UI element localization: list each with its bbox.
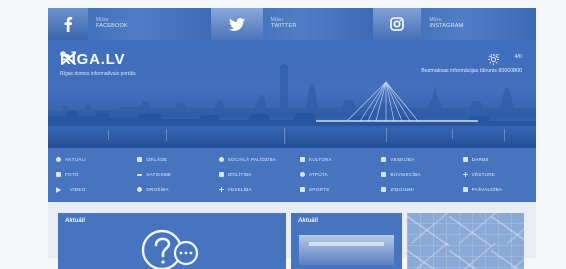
nav-item-satiksme[interactable]: SATIKSME — [129, 167, 210, 182]
map-card[interactable] — [407, 213, 524, 269]
nav-label: BŪVNIECĪBA — [390, 172, 421, 177]
nav-item-veseliba-2[interactable]: VESELĪBA — [211, 182, 292, 197]
government-icon — [462, 187, 468, 192]
nav-item-video[interactable]: VIDEO — [48, 182, 129, 197]
nav-label: FOTO — [65, 172, 79, 177]
card-title: Aktuāli — [65, 218, 86, 224]
site-wrapper: Mūsu FACEBOOK Mūsu TWITTER Mūsu INSTAGRA… — [48, 8, 537, 269]
nav-label: IZKLĀDE — [146, 157, 168, 162]
nav-item-kultura[interactable]: KULTŪRA — [292, 152, 373, 167]
plus-icon — [218, 187, 224, 192]
content-area: Aktuāli Aktuāli — [48, 202, 536, 269]
sun-icon — [488, 54, 500, 65]
social-small-label: Mūsu — [96, 17, 109, 24]
house-icon — [381, 172, 387, 177]
sports-icon — [300, 187, 305, 192]
history-icon — [462, 172, 468, 177]
site-tagline: Rīgas domes informatīvais portāls — [60, 71, 136, 77]
instagram-icon — [373, 8, 422, 40]
map-image — [407, 213, 524, 269]
nav-item-drosiba[interactable]: DROŠĪBA — [129, 182, 210, 197]
hero-header: RĪGA.LV Rīgas domes informatīvais portāl… — [48, 40, 536, 148]
education-icon — [218, 172, 224, 177]
nav-label: AKTUĀLI — [65, 157, 86, 162]
nav-label: IZGLĪTĪBA — [227, 172, 252, 177]
nav-item-foto[interactable]: FOTO — [48, 167, 129, 182]
nav-label: SOCIĀLĀ PALĪDZĪBA — [227, 157, 277, 162]
main-navigation: AKTUĀLI IZKLĀDE SOCIĀLĀ PALĪDZĪBA KULTŪR… — [48, 148, 536, 202]
nav-label: ZIŅOJUMI — [390, 187, 415, 192]
nav-item-veseliba-1[interactable]: VESELĪBA — [373, 152, 454, 167]
nav-label: SATIKSME — [146, 172, 172, 177]
nav-item-zinojumi[interactable]: ZIŅOJUMI — [373, 182, 454, 197]
page-side-left — [0, 0, 48, 258]
info-phone-line: Bezmaksas informācijas tālrunis 80000800 — [421, 68, 522, 74]
nav-item-aktuali[interactable]: AKTUĀLI — [48, 152, 129, 167]
site-logo[interactable]: RĪGA.LV — [60, 51, 125, 68]
nav-label: DARBS — [471, 157, 489, 162]
work-icon — [462, 157, 468, 162]
camera-icon — [56, 172, 61, 177]
nav-label: VESELĪBA — [227, 187, 252, 192]
news-card-large[interactable]: Aktuāli — [58, 213, 286, 269]
card-title: Aktuāli — [298, 218, 319, 224]
news-icon — [56, 157, 61, 162]
crossed-tools-icon — [60, 51, 76, 65]
nav-item-vesture[interactable]: VĒSTURE — [455, 167, 536, 182]
nav-label: DROŠĪBA — [146, 187, 169, 192]
culture-icon — [300, 157, 305, 162]
nav-label: ATPŪTA — [309, 172, 328, 177]
nav-label: VĒSTURE — [471, 172, 496, 177]
social-link-twitter[interactable]: Mūsu TWITTER — [210, 8, 374, 40]
nav-item-atputa[interactable]: ATPŪTA — [292, 167, 373, 182]
social-small-label: Mūsu — [270, 17, 283, 24]
nav-label: PAŠVALDĪBA — [471, 187, 503, 192]
nav-item-izklade[interactable]: IZKLĀDE — [129, 152, 210, 167]
facebook-icon — [48, 8, 88, 40]
security-icon — [137, 187, 143, 192]
nav-label: VIDEO — [70, 187, 86, 192]
social-network-label: FACEBOOK — [96, 22, 128, 29]
nav-label: KULTŪRA — [309, 157, 332, 162]
question-chat-icon — [141, 229, 199, 269]
weather-extra: 4/0 — [514, 54, 522, 60]
weather-widget: -1°C 4/0 — [488, 54, 522, 65]
nav-item-izglitiba[interactable]: IZGLĪTĪBA — [211, 167, 292, 182]
transport-icon — [137, 173, 143, 176]
news-card-small[interactable]: Aktuāli — [291, 213, 402, 269]
social-small-label: Mūsu — [429, 17, 442, 24]
social-network-label: INSTAGRAM — [429, 22, 464, 29]
health-icon — [381, 157, 387, 162]
people-icon — [218, 157, 224, 162]
twitter-icon — [210, 8, 263, 40]
social-link-facebook[interactable]: Mūsu FACEBOOK — [48, 8, 211, 40]
nav-item-darbs[interactable]: DARBS — [455, 152, 536, 167]
nav-label: SPORTS — [309, 187, 330, 192]
music-icon — [137, 157, 143, 162]
social-bar: Mūsu FACEBOOK Mūsu TWITTER Mūsu INSTAGRA… — [48, 8, 537, 40]
card-image — [299, 235, 394, 265]
nav-item-pasvaldiba[interactable]: PAŠVALDĪBA — [455, 182, 536, 197]
nav-item-sports[interactable]: SPORTS — [292, 182, 373, 197]
video-icon — [56, 186, 66, 193]
nav-item-sociala-palidziba[interactable]: SOCIĀLĀ PALĪDZĪBA — [211, 152, 292, 167]
nav-item-buvnieciba[interactable]: BŪVNIECĪBA — [373, 167, 454, 182]
leisure-icon — [300, 172, 305, 177]
nav-label: VESELĪBA — [390, 157, 415, 162]
social-network-label: TWITTER — [270, 22, 297, 29]
building-icon — [381, 187, 387, 192]
social-link-instagram[interactable]: Mūsu INSTAGRAM — [373, 8, 537, 40]
